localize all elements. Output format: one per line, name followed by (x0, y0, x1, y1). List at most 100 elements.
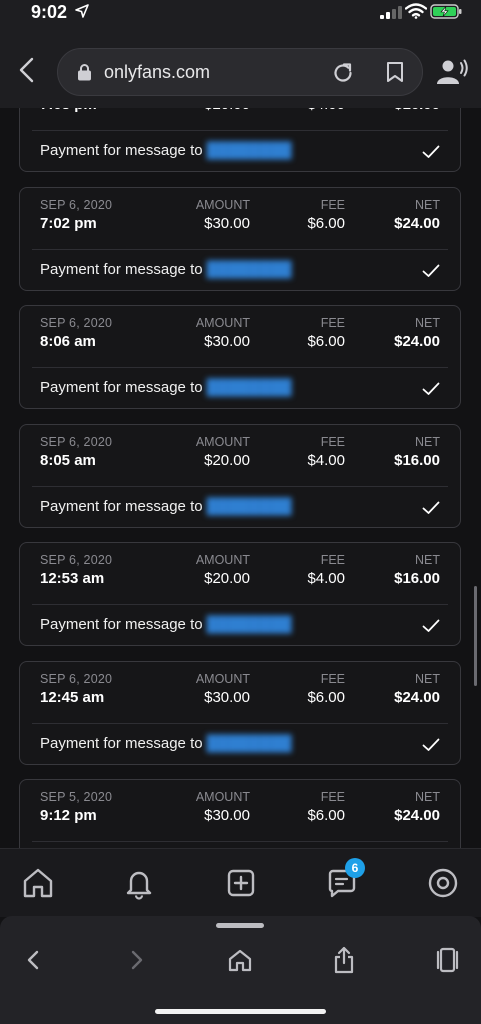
transaction-description: Payment for message to ████████ (40, 616, 292, 633)
transaction-card[interactable]: SEP 6, 2020 12:53 am AMOUNT FEE NET $20.00 $4.… (19, 542, 461, 646)
transaction-card[interactable]: SEP 5, 2020 9:12 pm AMOUNT FEE NET $30.00 $6.0… (19, 779, 461, 848)
checkmark-icon (422, 264, 440, 277)
transaction-date: SEP 5, 2020 (40, 790, 113, 804)
amount-value: $30.00 (204, 214, 250, 232)
net-value: $24.00 (394, 214, 440, 232)
fee-label: FEE (320, 790, 345, 804)
fee-value: $6.00 (307, 688, 345, 706)
fee-value: $4.00 (307, 570, 345, 587)
net-value: $24.00 (394, 807, 440, 824)
net-value: $24.00 (394, 688, 440, 706)
transaction-card[interactable]: SEP 6, 2020 7:02 pm AMOUNT FEE NET $30.00 $6.0… (19, 186, 461, 291)
transaction-description: Payment for message to ████████ (40, 261, 292, 278)
tabs-icon[interactable] (434, 946, 460, 974)
net-label: NET (415, 671, 440, 686)
net-label: NET (415, 553, 440, 567)
lock-icon (78, 64, 91, 81)
amount-label: AMOUNT (195, 197, 250, 212)
card-divider (32, 722, 448, 724)
browser-bottom-toolbar (0, 916, 481, 1024)
fee-label: FEE (320, 316, 345, 330)
transaction-date: SEP 6, 2020 (40, 316, 113, 330)
transaction-time: 12:53 am (40, 570, 105, 587)
amount-label: AMOUNT (195, 790, 250, 804)
status-time: 9:02 (31, 2, 68, 22)
transaction-time: 8:06 am (40, 333, 96, 350)
bookmark-icon[interactable] (386, 61, 404, 83)
location-arrow-icon (75, 4, 89, 18)
fee-value: $4.00 (307, 108, 345, 113)
transaction-time: 7:02 pm (40, 214, 97, 232)
url-text: onlyfans.com (104, 62, 211, 82)
net-label: NET (415, 316, 440, 330)
fee-label: FEE (320, 434, 345, 449)
share-icon[interactable] (331, 946, 357, 974)
transactions-list[interactable]: 7:03 pm AMOUNT FEE NET $20.00 $4.00 $16.00 Paym… (0, 108, 481, 848)
amount-value: $30.00 (204, 688, 250, 706)
transaction-date: SEP 6, 2020 (40, 671, 113, 686)
card-divider (32, 248, 448, 250)
transaction-description: Payment for message to ████████ (40, 498, 292, 515)
address-bar[interactable]: onlyfans.com (57, 48, 423, 96)
checkmark-icon (422, 619, 440, 632)
browser-back-icon[interactable] (20, 946, 46, 974)
checkmark-icon (422, 382, 440, 395)
amount-value: $20.00 (204, 451, 250, 469)
description-text: Payment for message to (40, 142, 203, 159)
chevron-left-icon[interactable] (15, 56, 39, 84)
net-value: $16.00 (394, 108, 440, 113)
recipient-username-redacted[interactable]: ████████ (207, 735, 292, 752)
transaction-description: Payment for message to ████████ (40, 735, 292, 752)
transaction-description: Payment for message to ████████ (40, 379, 292, 396)
toolbar-grabber[interactable] (216, 923, 264, 928)
fee-label: FEE (320, 553, 345, 567)
home-icon[interactable] (21, 866, 55, 900)
checkmark-icon (422, 738, 440, 751)
browser-toolbar: onlyfans.com (0, 30, 481, 109)
bell-icon[interactable] (122, 866, 156, 900)
amount-label: AMOUNT (195, 316, 250, 330)
fee-value: $6.00 (307, 807, 345, 824)
card-divider (32, 130, 448, 131)
messages-badge: 6 (345, 858, 365, 878)
browser-forward-icon[interactable] (124, 946, 150, 974)
amount-value: $20.00 (204, 570, 250, 587)
fee-label: FEE (320, 197, 345, 212)
card-divider (32, 485, 448, 487)
recipient-username-redacted[interactable]: ████████ (207, 498, 292, 515)
amount-label: AMOUNT (195, 671, 250, 686)
recipient-username-redacted[interactable]: ████████ (207, 616, 292, 633)
net-label: NET (415, 434, 440, 449)
transaction-date: SEP 6, 2020 (40, 197, 113, 212)
transaction-time: 8:05 am (40, 451, 96, 469)
description-text: Payment for message to (40, 734, 203, 752)
transaction-time: 7:03 pm (40, 108, 97, 113)
net-label: NET (415, 790, 440, 804)
amount-label: AMOUNT (195, 434, 250, 449)
description-text: Payment for message to (40, 497, 203, 515)
card-divider (32, 604, 448, 605)
add-post-icon[interactable] (224, 866, 258, 900)
transaction-card[interactable]: SEP 6, 2020 8:05 am AMOUNT FEE NET $20.00 $4.0… (19, 423, 461, 528)
scrollbar-thumb[interactable] (474, 586, 477, 686)
voice-user-icon[interactable] (437, 59, 469, 85)
recipient-username-redacted[interactable]: ████████ (207, 379, 292, 396)
net-value: $24.00 (394, 333, 440, 350)
description-text: Payment for message to (40, 616, 203, 633)
transaction-time: 9:12 pm (40, 807, 97, 824)
transaction-card[interactable]: 7:03 pmAMOUNTFEENET$20.00$4.00$16.00Paym… (19, 108, 461, 172)
fee-value: $6.00 (307, 333, 345, 350)
checkmark-icon (422, 145, 440, 158)
recipient-username-redacted[interactable]: ████████ (207, 142, 292, 159)
browser-home-icon[interactable] (227, 946, 253, 974)
transaction-card[interactable]: SEP 6, 2020 8:06 am AMOUNT FEE NET $30.00 $6.0… (19, 305, 461, 409)
net-value: $16.00 (394, 451, 440, 469)
transaction-card[interactable]: SEP 6, 2020 12:45 am AMOUNT FEE NET $30.00 $6.… (19, 660, 461, 765)
wifi-icon (405, 3, 427, 19)
app-bottom-nav (0, 848, 481, 917)
recipient-username-redacted[interactable]: ████████ (207, 261, 292, 278)
profile-icon[interactable] (426, 866, 460, 900)
reload-icon[interactable] (332, 62, 354, 84)
battery-charging-icon (430, 4, 462, 19)
cellular-signal-icon (380, 6, 402, 19)
